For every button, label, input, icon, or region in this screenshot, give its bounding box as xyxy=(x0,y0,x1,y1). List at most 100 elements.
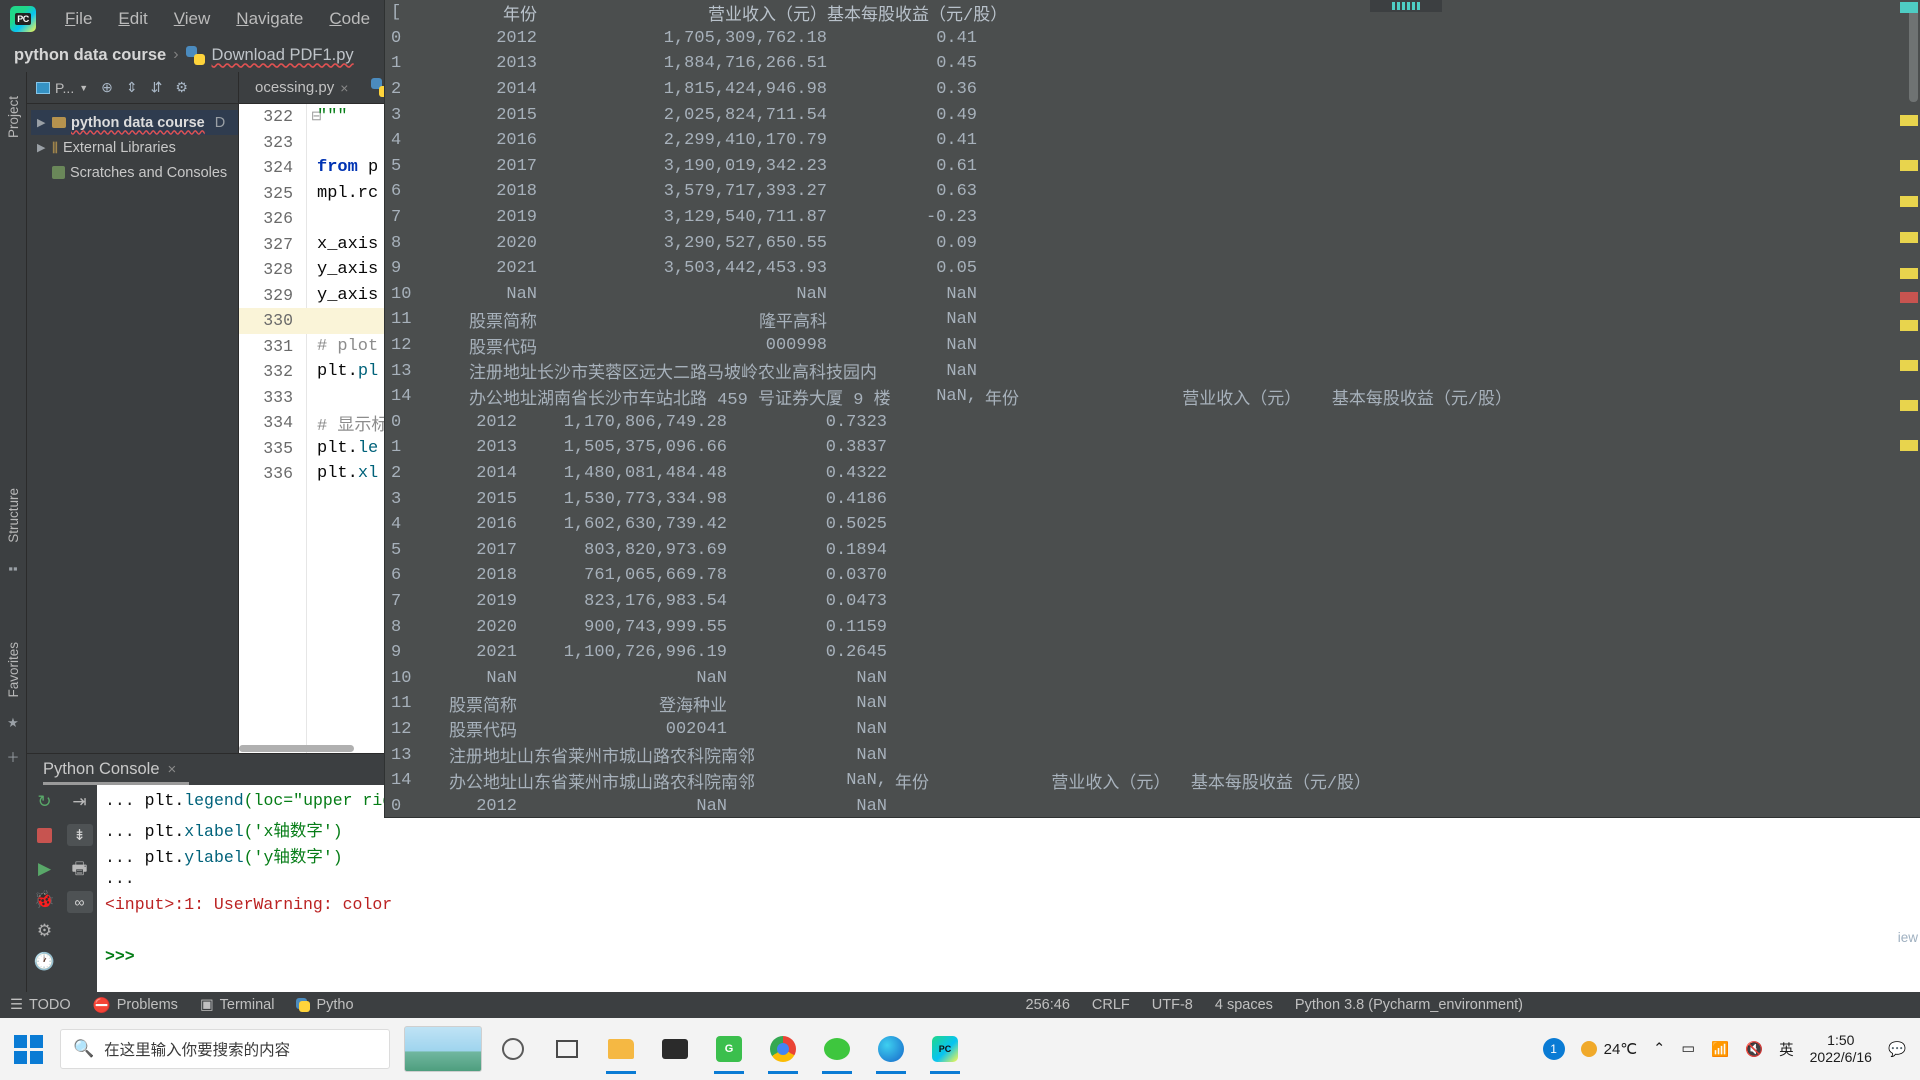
taskbar-search-input[interactable]: 🔍 在这里输入你要搜索的内容 xyxy=(60,1029,390,1069)
dataframe-row: 13 注册地址 山东省莱州市城山路农科院南邻 NaN xyxy=(385,742,1907,769)
ime-indicator[interactable]: 英 xyxy=(1779,1039,1794,1060)
clock[interactable]: 1:50 2022/6/16 xyxy=(1810,1032,1872,1067)
row-index: 12 xyxy=(391,719,412,739)
scroll-to-end-icon[interactable]: ⇟ xyxy=(66,824,93,846)
dataframe-row: 1 2013 1,884,716,266.51 0.45 xyxy=(385,51,1907,77)
weather-indicator[interactable]: 24℃ xyxy=(1580,1040,1638,1058)
notification-center-icon[interactable]: 💬 xyxy=(1888,1041,1906,1058)
pdf-icon[interactable]: G xyxy=(706,1024,752,1074)
menu-view[interactable]: View xyxy=(161,5,224,33)
dataframe-row: 11 股票简称 隆平高科 NaN xyxy=(385,307,1907,333)
tree-item-external-libraries[interactable]: ▶ ⫼ External Libraries xyxy=(31,135,238,160)
status-todo[interactable]: ☰ TODO xyxy=(10,997,71,1013)
gear-icon[interactable]: ⚙ xyxy=(175,79,188,96)
cell-revenue: 2,299,410,170.79 xyxy=(663,131,827,151)
row-index: 12 xyxy=(391,336,412,356)
modules-icon[interactable]: ▪▪ xyxy=(8,561,17,576)
cell-year: 2016 xyxy=(476,515,517,535)
status-terminal[interactable]: ▣ Terminal xyxy=(200,997,275,1013)
run-icon[interactable]: ▶ xyxy=(38,860,51,877)
tree-item-scratches-and-consoles[interactable]: Scratches and Consoles xyxy=(31,160,238,185)
wifi-icon[interactable]: 📶 xyxy=(1711,1041,1729,1058)
cell-year: 办公地址 xyxy=(449,774,517,794)
weather-thumbnail[interactable] xyxy=(404,1026,482,1072)
cell-year: NaN xyxy=(506,284,537,304)
chevron-right-icon: ▶ xyxy=(37,117,46,129)
close-icon[interactable]: × xyxy=(340,80,348,96)
weather-temperature: 24℃ xyxy=(1603,1041,1638,1058)
sidebar-tab-structure[interactable]: Structure xyxy=(4,478,23,553)
print-icon[interactable]: 🖶 xyxy=(71,860,87,877)
clock-time: 1:50 xyxy=(1827,1031,1855,1048)
cell-eps: NaN xyxy=(946,361,977,381)
expand-all-icon[interactable]: ⇕ xyxy=(126,79,138,96)
volume-icon[interactable]: 🔇 xyxy=(1745,1041,1763,1058)
row-index: 5 xyxy=(391,540,402,560)
status-indent[interactable]: 4 spaces xyxy=(1215,997,1273,1013)
settings-icon[interactable]: ⚙ xyxy=(37,922,52,939)
menu-file[interactable]: File xyxy=(52,5,105,33)
dataframe-row: 0 2012 1,170,806,749.28 0.7323 xyxy=(385,410,1907,436)
task-view-icon[interactable] xyxy=(544,1024,590,1074)
status-interpreter[interactable]: Python 3.8 (Pycharm_environment) xyxy=(1295,997,1523,1013)
cell-revenue: 1,602,630,739.42 xyxy=(563,515,727,535)
console-tab-label[interactable]: Python Console xyxy=(43,760,160,779)
show-variables-icon[interactable]: ∞ xyxy=(66,891,93,913)
star-icon[interactable]: ★ xyxy=(7,715,19,731)
breadcrumb-project[interactable]: python data course xyxy=(14,46,166,65)
cell-year: 股票代码 xyxy=(469,339,537,359)
peek-label-5[interactable]: iew xyxy=(1898,930,1918,945)
browser-icon[interactable] xyxy=(868,1024,914,1074)
cell-revenue: NaN xyxy=(696,668,727,688)
status-caret-position[interactable]: 256:46 xyxy=(1026,997,1070,1013)
sidebar-tab-project[interactable]: Project xyxy=(4,86,23,148)
dataframe-table-3-partial: 0 2012 NaN NaN xyxy=(385,793,1907,817)
row-index: 0 xyxy=(391,412,402,432)
cell-eps: 0.61 xyxy=(936,156,977,176)
cortana-icon[interactable] xyxy=(490,1024,536,1074)
dataframe-output-overlay[interactable]: [年份 营业收入（元） 基本每股收益（元/股） 0 2012 1,705,309,762.… xyxy=(385,0,1920,817)
dataframe-row: 7 2019 823,176,983.54 0.0473 xyxy=(385,589,1907,615)
debug-icon[interactable]: 🐞 xyxy=(34,891,55,908)
tree-item-python-data-course[interactable]: ▶ python data course D xyxy=(31,110,238,135)
collapse-all-icon[interactable]: ⇵ xyxy=(151,79,163,96)
cell-year: 2012 xyxy=(476,412,517,432)
stop-button[interactable] xyxy=(32,824,58,846)
chrome-icon[interactable] xyxy=(760,1024,806,1074)
rerun-icon[interactable]: ↻ xyxy=(37,793,51,810)
status-encoding[interactable]: UTF-8 xyxy=(1152,997,1193,1013)
editor-horizontal-scrollbar[interactable] xyxy=(239,745,354,752)
status-line-separator[interactable]: CRLF xyxy=(1092,997,1130,1013)
cell-eps: 0.36 xyxy=(936,80,977,100)
status-problems[interactable]: ⛔ Problems xyxy=(93,997,178,1014)
show-hidden-icons[interactable]: ⌃ xyxy=(1653,1041,1665,1057)
marker-yellow xyxy=(1900,400,1918,411)
row-index: 7 xyxy=(391,208,402,228)
menu-code[interactable]: Code xyxy=(316,5,383,33)
cell-revenue: 1,170,806,749.28 xyxy=(563,412,727,432)
file-explorer-icon[interactable] xyxy=(598,1024,644,1074)
dataframe-row: 4 2016 2,299,410,170.79 0.41 xyxy=(385,128,1907,154)
start-button[interactable] xyxy=(0,1018,56,1080)
cell-revenue: 2,025,824,711.54 xyxy=(663,105,827,125)
pycharm-icon[interactable]: PC xyxy=(922,1024,968,1074)
menu-edit[interactable]: Edit xyxy=(105,5,160,33)
tree-item-label: Scratches and Consoles xyxy=(70,164,228,181)
locate-icon[interactable]: ⊕ xyxy=(101,79,113,96)
notification-badge[interactable]: 1 xyxy=(1542,1038,1565,1060)
close-icon[interactable]: × xyxy=(168,761,177,778)
project-dropdown[interactable]: P... ▼ xyxy=(36,80,88,96)
editor-tab-processing[interactable]: ocessing.py × xyxy=(247,75,356,100)
breadcrumb-file[interactable]: Download PDF1.py xyxy=(212,46,354,65)
battery-icon[interactable]: ▭ xyxy=(1681,1041,1695,1057)
history-icon[interactable]: 🕐 xyxy=(34,953,55,970)
wechat-icon[interactable] xyxy=(814,1024,860,1074)
soft-wrap-icon[interactable]: ⇥ xyxy=(72,793,86,810)
terminal-icon[interactable] xyxy=(652,1024,698,1074)
sidebar-tab-favorites[interactable]: Favorites xyxy=(4,632,23,708)
status-python-console[interactable]: Pytho xyxy=(296,997,354,1013)
cell-eps: 0.41 xyxy=(936,28,977,48)
dataframe-row: 6 2018 3,579,717,393.27 0.63 xyxy=(385,179,1907,205)
menu-navigate[interactable]: Navigate xyxy=(223,5,316,33)
add-icon[interactable]: ＋ xyxy=(6,747,19,766)
